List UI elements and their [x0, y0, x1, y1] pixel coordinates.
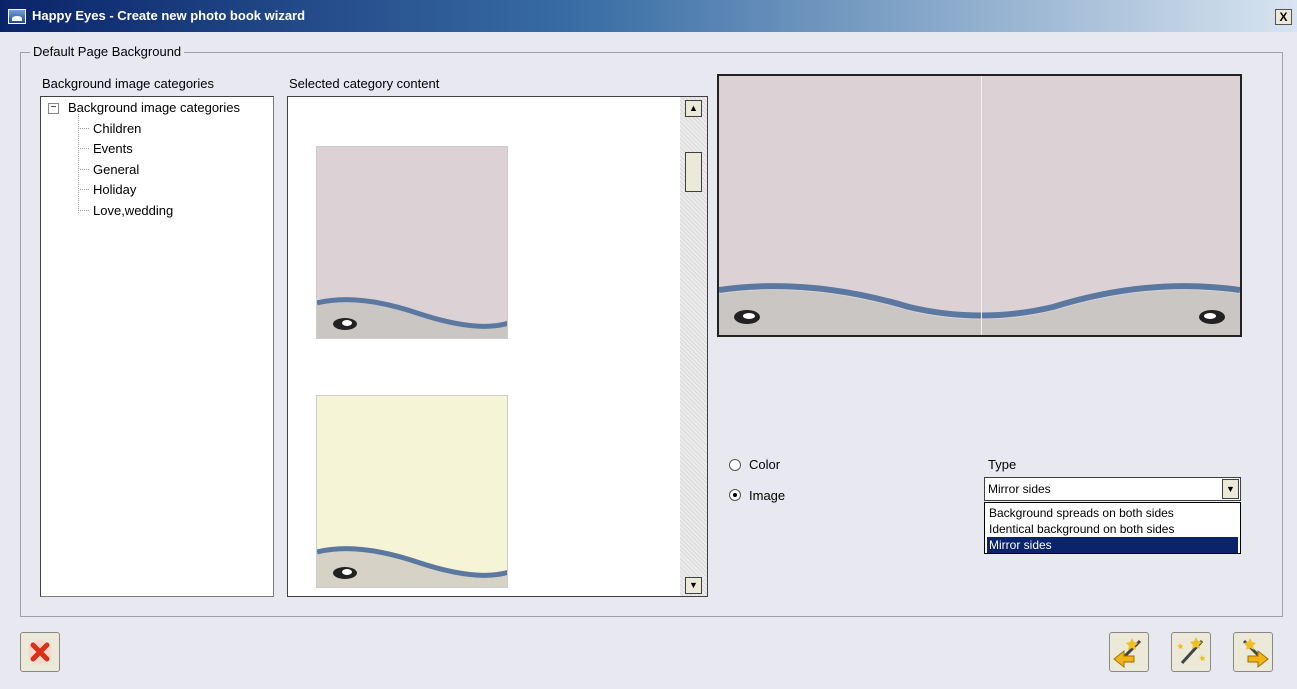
- tree-branch: [80, 189, 89, 190]
- categories-tree[interactable]: [40, 96, 274, 597]
- scroll-thumb[interactable]: [685, 152, 702, 192]
- content-header: Selected category content: [289, 76, 440, 91]
- next-button[interactable]: [1233, 632, 1273, 672]
- wizard-button[interactable]: [1171, 632, 1211, 672]
- type-option[interactable]: Identical background on both sides: [987, 521, 1238, 537]
- window-title: Happy Eyes - Create new photo book wizar…: [32, 8, 306, 23]
- close-button[interactable]: X: [1275, 9, 1292, 25]
- image-radio[interactable]: [729, 489, 741, 501]
- background-thumbnail[interactable]: [316, 146, 508, 339]
- scroll-down-icon[interactable]: ▼: [685, 577, 702, 594]
- thumbnail-image: [317, 147, 507, 338]
- tree-item-events[interactable]: Events: [93, 141, 133, 156]
- tree-item-holiday[interactable]: Holiday: [93, 182, 136, 197]
- type-label: Type: [988, 457, 1017, 472]
- group-legend: Default Page Background: [30, 44, 185, 59]
- categories-header: Background image categories: [42, 76, 214, 91]
- cancel-button[interactable]: [20, 632, 60, 672]
- magic-wand-icon: [1177, 637, 1205, 665]
- image-radio-label[interactable]: Image: [749, 488, 785, 503]
- type-select-value: Mirror sides: [988, 482, 1051, 496]
- thumbnail-image: [317, 396, 507, 587]
- type-dropdown-list[interactable]: Background spreads on both sides Identic…: [984, 502, 1241, 554]
- tree-item-general[interactable]: General: [93, 162, 139, 177]
- back-button[interactable]: [1109, 632, 1149, 672]
- tree-item-children[interactable]: Children: [93, 121, 141, 136]
- tree-guide-line: [78, 114, 79, 213]
- type-option[interactable]: Background spreads on both sides: [987, 505, 1238, 521]
- spread-divider: [981, 76, 982, 335]
- tree-branch: [80, 148, 89, 149]
- scroll-up-icon[interactable]: ▲: [685, 100, 702, 117]
- app-icon: [8, 9, 26, 24]
- background-thumbnail[interactable]: [316, 395, 508, 588]
- color-radio[interactable]: [729, 459, 741, 471]
- preview-image: [719, 76, 1240, 335]
- next-icon: [1242, 638, 1269, 669]
- tree-branch: [80, 169, 89, 170]
- tree-root-label[interactable]: Background image categories: [68, 100, 240, 115]
- tree-branch: [80, 210, 89, 211]
- tree-branch: [80, 128, 89, 129]
- collapse-icon[interactable]: −: [48, 103, 59, 114]
- back-icon: [1113, 638, 1142, 669]
- color-radio-label[interactable]: Color: [749, 457, 780, 472]
- chevron-down-icon[interactable]: ▼: [1222, 479, 1239, 499]
- tree-item-love-wedding[interactable]: Love,wedding: [93, 203, 173, 218]
- spread-preview: [717, 74, 1242, 337]
- cancel-icon: [28, 640, 52, 664]
- type-option-selected[interactable]: Mirror sides: [987, 537, 1238, 553]
- type-select[interactable]: Mirror sides: [984, 477, 1241, 501]
